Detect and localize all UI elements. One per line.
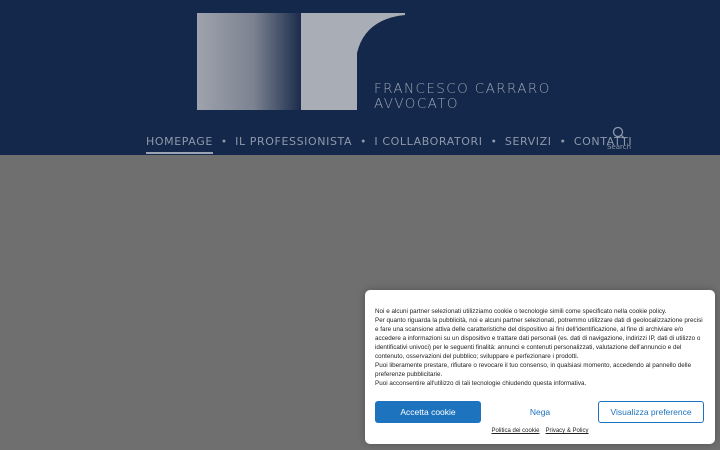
nav-item-servizi[interactable]: SERVIZI (505, 135, 552, 148)
nav-item-homepage[interactable]: HOMEPAGE (146, 135, 213, 154)
site-header: FRANCESCO CARRARO AVVOCATO HOMEPAGE ● IL… (0, 0, 720, 155)
search-button[interactable]: Search (604, 126, 634, 154)
cookie-paragraph: Per quanto riguarda la pubblicità, noi e… (375, 317, 703, 361)
nav-item-i-collaboratori[interactable]: I COLLABORATORI (374, 135, 482, 148)
search-label: Search (606, 143, 632, 151)
view-preferences-button[interactable]: Visualizza preference (598, 401, 704, 423)
nav-separator: ● (221, 137, 227, 145)
nav-separator: ● (560, 137, 565, 145)
cookie-banner: Noi e alcuni partner selezionati utilizz… (365, 290, 715, 444)
search-icon (612, 126, 626, 140)
cookie-policy-link[interactable]: Politica dei cookie (491, 428, 539, 434)
logo-text[interactable]: FRANCESCO CARRARO AVVOCATO (374, 82, 551, 112)
privacy-policy-link[interactable]: Privacy & Policy (546, 428, 589, 434)
cookie-text: Noi e alcuni partner selezionati utilizz… (375, 307, 705, 388)
cookie-paragraph: Noi e alcuni partner selezionati utilizz… (375, 308, 667, 315)
accept-cookies-button[interactable]: Accetta cookie (375, 401, 481, 423)
main-nav: HOMEPAGE ● IL PROFESSIONISTA ● I COLLABO… (146, 132, 632, 154)
logo-subtitle: AVVOCATO (374, 96, 459, 112)
cookie-links: Politica dei cookie Privacy & Policy (365, 428, 715, 434)
nav-separator: ● (491, 137, 496, 145)
cookie-paragraph: Puoi acconsentire all'utilizzo di tali t… (375, 380, 587, 388)
cookie-paragraph: Puoi liberamente prestare, rifiutare o r… (375, 362, 692, 379)
nav-separator: ● (361, 137, 366, 145)
nav-item-il-professionista[interactable]: IL PROFESSIONISTA (235, 135, 352, 148)
logo-name: FRANCESCO CARRARO (374, 81, 551, 97)
deny-cookies-button[interactable]: Nega (487, 401, 593, 423)
